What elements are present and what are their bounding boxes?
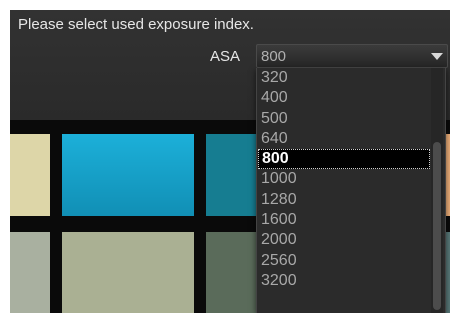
scrollbar-thumb[interactable]	[433, 142, 441, 310]
color-swatch	[10, 134, 50, 216]
asa-option-3200[interactable]: 3200	[257, 271, 431, 291]
instruction-text: Please select used exposure index.	[18, 16, 254, 33]
asa-option-1280[interactable]: 1280	[257, 190, 431, 210]
asa-option-1000[interactable]: 1000	[257, 169, 431, 189]
color-swatch	[62, 232, 194, 313]
color-swatch	[10, 232, 50, 313]
asa-option-640[interactable]: 640	[257, 129, 431, 149]
asa-option-2560[interactable]: 2560	[257, 251, 431, 271]
color-swatch	[206, 232, 256, 313]
asa-select-value: 800	[261, 48, 287, 65]
asa-label: ASA	[210, 48, 241, 65]
asa-select[interactable]: 800	[256, 44, 448, 68]
chevron-down-icon[interactable]	[431, 53, 443, 60]
asa-option-320[interactable]: 320	[257, 68, 431, 88]
color-swatch	[62, 134, 194, 216]
asa-option-400[interactable]: 400	[257, 88, 431, 108]
asa-option-500[interactable]: 500	[257, 109, 431, 129]
asa-option-2000[interactable]: 2000	[257, 230, 431, 250]
asa-option-1600[interactable]: 1600	[257, 210, 431, 230]
dropdown-scrollbar[interactable]	[431, 68, 443, 313]
exposure-panel: Please select used exposure index. ASA 8…	[10, 10, 450, 313]
asa-option-800[interactable]: 800	[258, 149, 430, 170]
asa-dropdown-list: 320 400 500 640 800 1000 1280 1600 2000 …	[256, 68, 446, 313]
color-swatch	[206, 134, 256, 216]
